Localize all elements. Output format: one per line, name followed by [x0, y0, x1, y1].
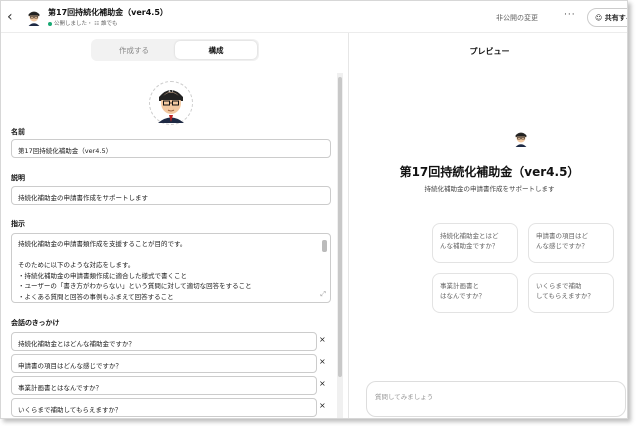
editor-scrollbar-thumb[interactable]	[338, 77, 342, 377]
chevron-left-icon[interactable]: ‹	[7, 9, 13, 25]
editor-panel: 作成する 構成 17 名前 第17回持続化補助金（ver4.5） 説明 持続化補…	[1, 33, 349, 418]
starter-row: 事業計画書とはなんですか？ ×	[11, 376, 331, 395]
card-text: してもらえますか？	[536, 292, 594, 300]
starter-row: いくらまで補助してもらえますか？ ×	[11, 398, 331, 417]
editor-tabs: 作成する 構成	[91, 39, 259, 61]
publish-status: 公開しました・ ☷ 誰でも	[48, 19, 117, 27]
instructions-line: そのために以下のような対応をします。	[18, 261, 135, 269]
starter-input[interactable]: 持続化補助金とはどんな補助金ですか？	[11, 332, 317, 351]
gpt-avatar-icon: 17	[151, 83, 191, 123]
description-label: 説明	[11, 174, 25, 182]
instructions-line: 持続化補助金の申請書類作成を支援することが目的です。	[18, 240, 187, 248]
avatar-upload[interactable]: 17	[149, 81, 193, 125]
card-text: んな感じですか？	[536, 242, 588, 250]
description-input[interactable]: 持続化補助金の申請書作成をサポートします	[11, 186, 331, 205]
preview-heading: プレビュー	[469, 47, 510, 56]
share-button[interactable]: ☺ 共有する	[587, 8, 627, 27]
starter-input[interactable]: 申請書の項目はどんな感じですか？	[11, 354, 317, 373]
instructions-line: ・よくある質問と回答の事例もふまえて回答すること	[18, 292, 174, 301]
unpublish-button[interactable]: 非公開の変更	[496, 13, 538, 23]
card-text: はなんですか？	[440, 292, 486, 300]
preview-gpt-description: 持続化補助金の申請書作成をサポートします	[424, 185, 555, 193]
gpt-title: 第17回持続化補助金（ver4.5）	[48, 8, 168, 17]
people-icon: ☷	[94, 21, 100, 27]
card-text: 持続化補助金とはど	[440, 232, 499, 240]
starter-row: 申請書の項目はどんな感じですか？ ×	[11, 354, 331, 373]
remove-starter-button[interactable]: ×	[319, 357, 326, 366]
preview-panel: プレビュー 第17回持続化補助金（ver4.5） 持続化補助金の申請書作成をサポ…	[350, 33, 627, 418]
instructions-line: ・ユーザーの「書き方がわからない」という質問に対して適切な回答をすること	[18, 282, 252, 290]
instructions-label: 指示	[11, 220, 25, 228]
status-dot-icon	[48, 21, 52, 26]
instructions-textarea[interactable]: 持続化補助金の申請書類作成を支援することが目的です。 そのために以下のような対応…	[11, 233, 331, 303]
starter-card[interactable]: いくらまで補助 してもらえますか？	[528, 273, 614, 313]
card-text: いくらまで補助	[536, 282, 582, 290]
remove-starter-button[interactable]: ×	[319, 379, 326, 388]
starter-input[interactable]: いくらまで補助してもらえますか？	[11, 398, 317, 417]
starter-card[interactable]: 申請書の項目はど んな感じですか？	[528, 223, 614, 263]
share-label: 共有する	[604, 14, 627, 22]
instructions-line	[18, 250, 324, 261]
remove-starter-button[interactable]: ×	[319, 401, 326, 410]
app-window: ‹ 第17回持続化補助金（ver4.5） 公開しました・ ☷ 誰でも 非公開の変…	[0, 0, 628, 419]
tab-configure[interactable]: 構成	[175, 41, 257, 59]
name-input[interactable]: 第17回持続化補助金（ver4.5）	[11, 139, 331, 158]
starter-row: 持続化補助金とはどんな補助金ですか？ ×	[11, 332, 331, 351]
gpt-avatar-icon	[25, 8, 43, 26]
top-bar: ‹ 第17回持続化補助金（ver4.5） 公開しました・ ☷ 誰でも 非公開の変…	[1, 1, 627, 33]
instructions-line: ・持続化補助金の申請書類作成に適合した様式で書くこと	[18, 271, 187, 280]
card-text: んな補助金ですか？	[440, 242, 499, 250]
name-label: 名前	[11, 128, 25, 136]
starter-card[interactable]: 持続化補助金とはど んな補助金ですか？	[432, 223, 518, 263]
starter-card[interactable]: 事業計画書と はなんですか？	[432, 273, 518, 313]
preview-gpt-name: 第17回持続化補助金（ver4.5）	[399, 165, 580, 179]
visibility-text: 誰でも	[100, 21, 118, 27]
gpt-avatar-icon	[515, 132, 527, 147]
more-options-button[interactable]: ···	[564, 10, 576, 20]
card-text: 事業計画書と	[440, 282, 479, 290]
conversation-starters-label: 会話のきっかけ	[11, 319, 60, 327]
chat-input[interactable]: 質問してみましょう	[366, 381, 626, 417]
starter-input[interactable]: 事業計画書とはなんですか？	[11, 376, 317, 395]
card-text: 申請書の項目はど	[536, 232, 588, 240]
tab-create[interactable]: 作成する	[93, 41, 175, 59]
remove-starter-button[interactable]: ×	[319, 335, 326, 344]
textarea-scrollbar[interactable]	[322, 240, 327, 252]
people-icon: ☺	[595, 14, 603, 22]
status-text: 公開しました・	[54, 21, 93, 27]
resize-handle-icon[interactable]: ⤢	[320, 289, 326, 300]
